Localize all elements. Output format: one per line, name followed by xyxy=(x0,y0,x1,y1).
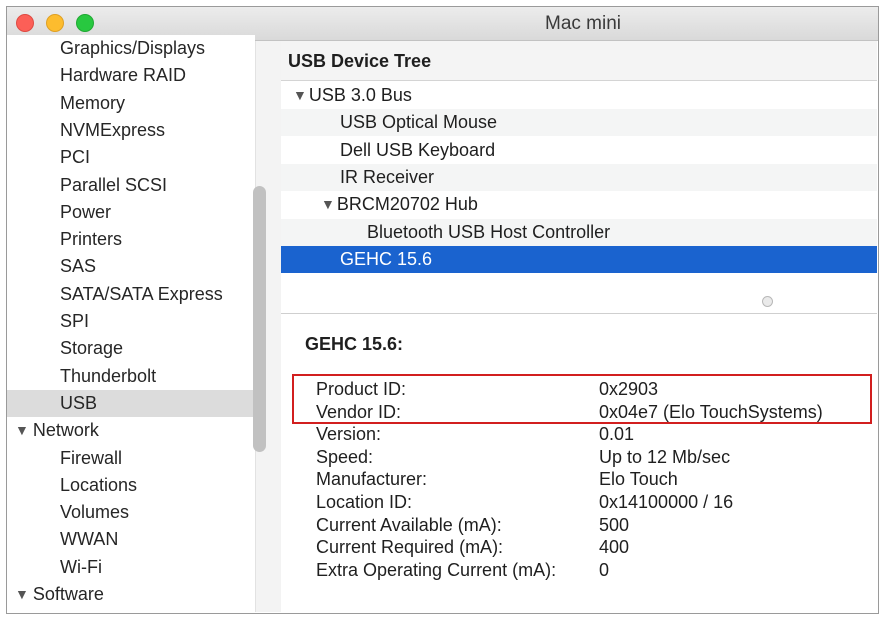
window-title: Mac mini xyxy=(545,13,622,34)
tree-row[interactable]: Bluetooth USB Host Controller xyxy=(281,218,877,246)
sidebar-item-label: Parallel SCSI xyxy=(60,174,168,195)
sidebar-item-label: USB xyxy=(60,392,98,413)
sidebar-item-label: Graphics/Displays xyxy=(60,38,206,58)
sidebar-item[interactable]: SPI xyxy=(7,308,255,335)
property-value: Elo Touch xyxy=(599,469,678,490)
sidebar-item[interactable]: USB xyxy=(7,389,255,417)
usb-device-tree: ▼ USB 3.0 Bus USB Optical Mouse Dell USB Ke… xyxy=(281,81,877,314)
sidebar-item-label: Thunderbolt xyxy=(60,365,157,386)
sidebar-item[interactable]: Firewall xyxy=(7,445,255,472)
sidebar-item[interactable]: Printers xyxy=(7,226,255,253)
property-value: 0 xyxy=(599,559,610,580)
sidebar-item-label: Memory xyxy=(60,92,126,113)
tree-row-label: IR Receiver xyxy=(340,166,435,187)
sidebar: Graphics/Displays Hardware RAID Memory NVME… xyxy=(7,35,255,607)
sidebar-scrollbar-thumb[interactable] xyxy=(253,186,266,452)
tree-row[interactable]: Dell USB Keyboard xyxy=(281,137,877,164)
tree-row[interactable]: ▼ USB 3.0 Bus xyxy=(281,82,877,109)
property-value: 500 xyxy=(599,514,630,535)
sidebar-item-label: Network xyxy=(32,420,99,441)
zoom-window-button[interactable] xyxy=(76,14,94,32)
property-label: Extra Operating Current (mA): xyxy=(316,559,557,580)
sidebar-item[interactable]: Locations xyxy=(7,472,255,499)
highlight-box xyxy=(292,374,872,424)
sidebar-item[interactable]: PCI xyxy=(7,144,255,171)
sidebar-item[interactable]: SAS xyxy=(7,253,255,280)
sidebar-item[interactable]: NVMExpress xyxy=(7,117,255,144)
usb-device-tree-header: USB Device Tree xyxy=(281,41,877,81)
property-label: Current Available (mA): xyxy=(316,514,502,535)
tree-row-label: USB 3.0 Bus xyxy=(308,85,412,105)
sidebar-item[interactable]: Wi-Fi xyxy=(7,554,255,581)
sidebar-item-label: Printers xyxy=(60,229,123,250)
property-label: Version: xyxy=(316,424,382,445)
sidebar-item[interactable]: Storage xyxy=(7,335,255,362)
detail-title: GEHC 15.6: xyxy=(305,334,404,354)
tree-resize-handle[interactable] xyxy=(762,296,773,307)
close-window-button[interactable] xyxy=(16,14,34,32)
property-value: 0x14100000 / 16 xyxy=(599,492,734,512)
sidebar-item-label: Software xyxy=(32,584,104,604)
sidebar-item[interactable]: Thunderbolt xyxy=(7,363,255,390)
sidebar-item-label: SATA/SATA Express xyxy=(60,283,223,304)
sidebar-item-label: Locations xyxy=(60,474,138,495)
disclosure-triangle-down-icon[interactable]: ▼ xyxy=(15,581,29,607)
tree-row-label: Dell USB Keyboard xyxy=(340,139,496,160)
sidebar-item[interactable]: WWAN xyxy=(7,526,255,553)
tree-row[interactable]: GEHC 15.6 xyxy=(281,245,877,273)
property-value: 400 xyxy=(599,537,630,558)
property-label: Current Required (mA): xyxy=(316,537,504,558)
sidebar-item-label: SPI xyxy=(60,311,90,331)
sidebar-item[interactable]: Hardware RAID xyxy=(7,62,255,89)
property-label: Location ID: xyxy=(316,492,413,512)
sidebar-item-label: PCI xyxy=(60,147,91,168)
property-value: 0.01 xyxy=(599,424,635,445)
disclosure-triangle-down-icon[interactable]: ▼ xyxy=(15,417,29,444)
sidebar-item-label: Storage xyxy=(60,338,124,359)
disclosure-triangle-down-icon[interactable]: ▼ xyxy=(321,191,335,218)
property-label: Speed: xyxy=(316,446,374,467)
sidebar-item-label: Wi-Fi xyxy=(60,556,102,577)
sidebar-item[interactable]: Memory xyxy=(7,90,255,117)
sidebar-item[interactable]: Power xyxy=(7,199,255,226)
disclosure-triangle-down-icon[interactable]: ▼ xyxy=(293,82,307,109)
sidebar-item-label: Firewall xyxy=(60,447,123,468)
sidebar-item[interactable]: Volumes xyxy=(7,499,255,526)
tree-row[interactable]: IR Receiver xyxy=(281,163,877,191)
sidebar-item-label: Hardware RAID xyxy=(60,65,187,86)
sidebar-item-label: SAS xyxy=(60,256,97,277)
sidebar-item[interactable]: ▼ Software xyxy=(7,581,255,607)
sidebar-item-label: NVMExpress xyxy=(60,119,166,140)
tree-row-label: USB Optical Mouse xyxy=(340,112,498,133)
tree-row-label: GEHC 15.6 xyxy=(340,248,433,269)
sidebar-item-label: WWAN xyxy=(60,529,119,550)
sidebar-item[interactable]: Graphics/Displays xyxy=(7,35,255,62)
sidebar-item[interactable]: Parallel SCSI xyxy=(7,172,255,199)
sidebar-item[interactable]: ▼ Network xyxy=(7,417,255,444)
property-label: Manufacturer: xyxy=(316,469,428,490)
tree-row-label: Bluetooth USB Host Controller xyxy=(367,221,611,242)
sidebar-item-label: Power xyxy=(60,201,112,222)
property-value: Up to 12 Mb/sec xyxy=(599,446,731,467)
minimize-window-button[interactable] xyxy=(46,14,64,32)
tree-row[interactable]: ▼ BRCM20702 Hub xyxy=(281,191,877,218)
tree-row-label: BRCM20702 Hub xyxy=(336,194,478,215)
sidebar-item-label: Volumes xyxy=(60,502,130,523)
sidebar-item[interactable]: SATA/SATA Express xyxy=(7,281,255,308)
tree-row[interactable]: USB Optical Mouse xyxy=(281,109,877,137)
